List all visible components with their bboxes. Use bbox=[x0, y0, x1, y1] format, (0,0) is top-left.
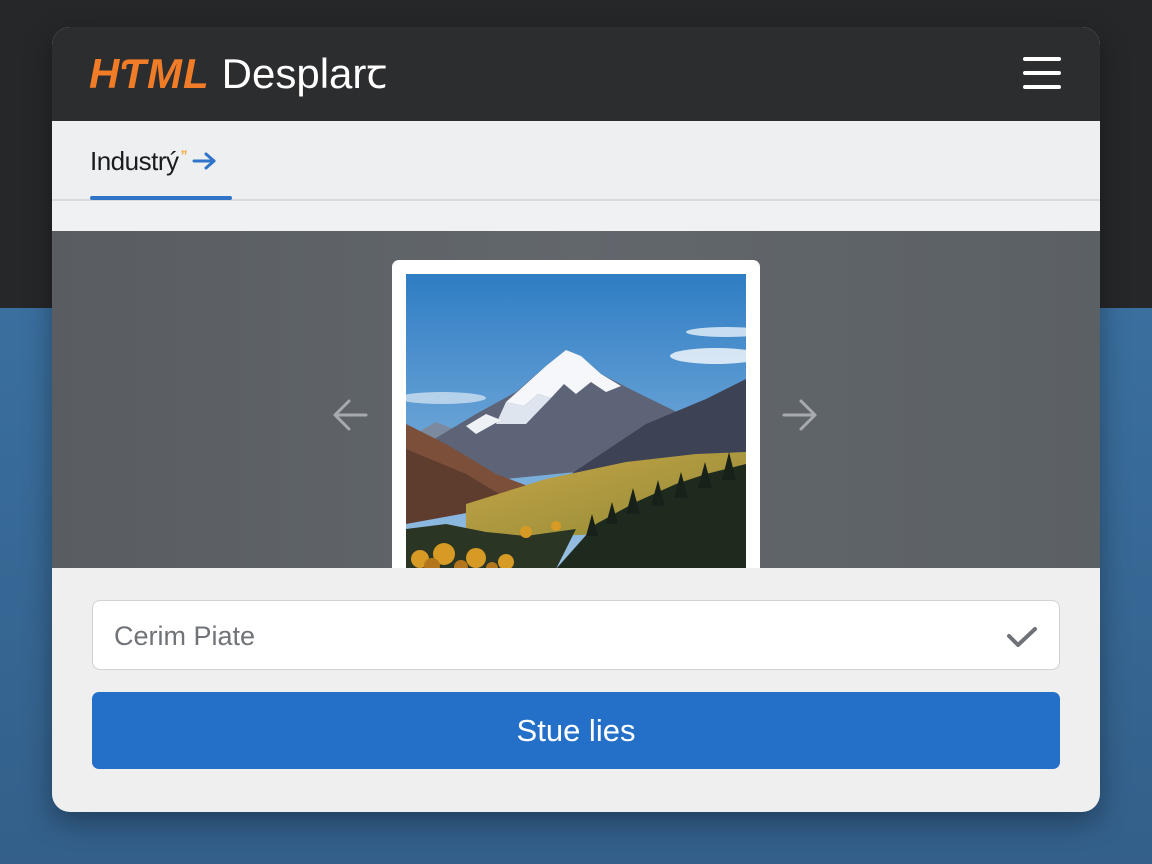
active-tab-indicator bbox=[90, 196, 232, 200]
arrow-right-icon[interactable] bbox=[780, 395, 820, 435]
plate-select-value: Cerim Piate bbox=[114, 621, 256, 651]
tab-bar-spacer bbox=[52, 201, 1100, 231]
app-card: HƬML Desplarꞇ Industrý ” Cerim Piate Stu… bbox=[52, 27, 1100, 812]
brand-title: Desplarꞇ bbox=[221, 50, 387, 97]
tab-bar: Industrý ” bbox=[52, 121, 1100, 271]
brand-accent-text: HƬML bbox=[89, 50, 210, 97]
arrow-right-icon bbox=[192, 152, 215, 170]
brand-logo[interactable]: HƬML Desplarꞇ bbox=[89, 49, 387, 99]
check-icon bbox=[1007, 627, 1037, 647]
tab-badge: ” bbox=[180, 147, 188, 163]
carousel-slide[interactable] bbox=[392, 260, 760, 568]
tab-label: Industrý bbox=[90, 145, 179, 176]
tab-industry[interactable]: Industrý ” bbox=[90, 121, 232, 201]
submit-button[interactable]: Stue lies bbox=[92, 692, 1060, 769]
image-carousel bbox=[52, 231, 1100, 568]
main-menu-icon[interactable] bbox=[1023, 57, 1061, 91]
app-header: HƬML Desplarꞇ bbox=[52, 27, 1100, 121]
mountain-landscape-image bbox=[406, 274, 746, 568]
arrow-left-icon[interactable] bbox=[330, 395, 370, 435]
plate-select[interactable]: Cerim Piate bbox=[92, 600, 1060, 670]
